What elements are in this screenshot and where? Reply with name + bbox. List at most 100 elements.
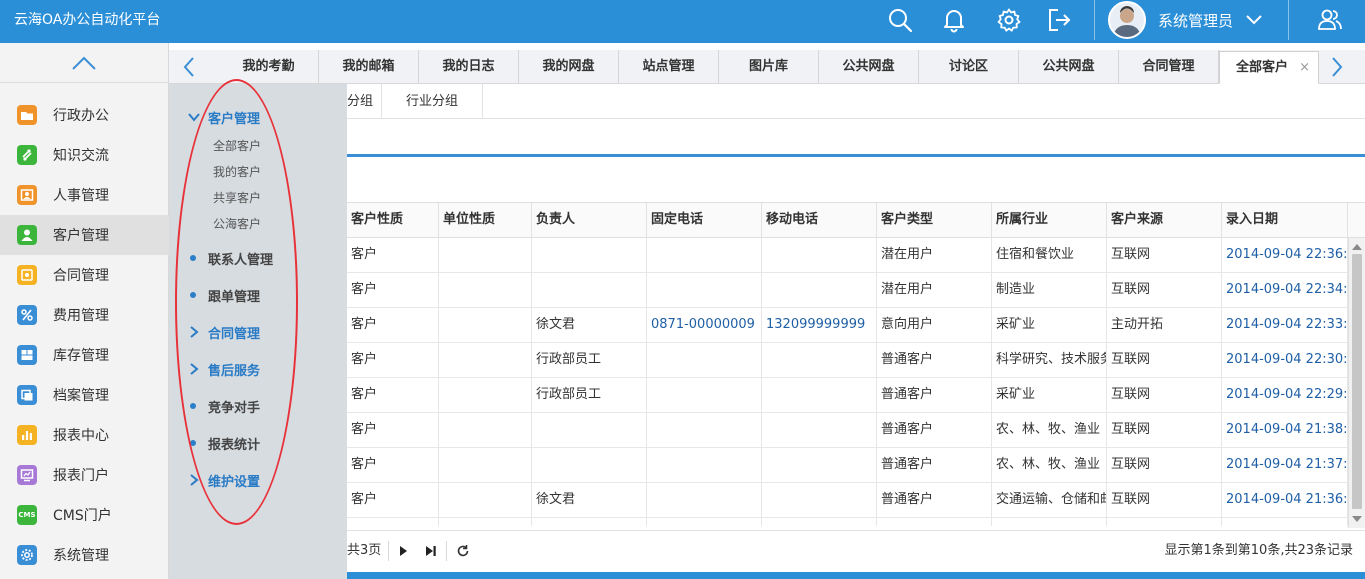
- bullet-icon: [190, 292, 196, 298]
- submenu-group[interactable]: 售后服务: [169, 358, 347, 380]
- tab[interactable]: 站点管理: [619, 50, 719, 84]
- sidebar-item-label: 报表中心: [53, 428, 109, 444]
- submenu-group-label: 跟单管理: [208, 290, 261, 305]
- tab[interactable]: 我的考勤: [219, 50, 319, 84]
- tab-next-button[interactable]: [1319, 50, 1355, 84]
- refresh-button[interactable]: [455, 543, 471, 559]
- sidebar-item[interactable]: 客户管理: [0, 215, 169, 255]
- last-page-button[interactable]: [423, 543, 439, 559]
- submenu-group[interactable]: 报表统计: [169, 432, 347, 454]
- sidebar-item-label: CMS门户: [53, 508, 112, 524]
- table-row[interactable]: 客户 潜在用户住宿和餐饮业互联网2014-09-04 22:36:09: [347, 238, 1348, 273]
- table-row[interactable]: 客户 普通客户农、林、牧、渔业互联网2014-09-04 21:38:17: [347, 413, 1348, 448]
- scroll-thumb[interactable]: [1352, 254, 1362, 509]
- table-row[interactable]: 客户 行政部员工 普通客户采矿业互联网2014-09-04 22:29:07: [347, 378, 1348, 413]
- main-content: 分组 行业分组 客户性质 单位性质 负责人 固定电话 移动电话 客户类型 所属行业 客户来源录…: [347, 84, 1365, 579]
- table-cell: 客户: [347, 238, 439, 273]
- submenu-group[interactable]: 客户管理: [169, 106, 347, 128]
- submenu-item[interactable]: 公海客户: [213, 215, 261, 232]
- search-icon[interactable]: [878, 0, 922, 40]
- sidebar-item[interactable]: 报表门户: [0, 455, 169, 495]
- tab-list: 我的考勤 我的邮箱 我的日志 我的网盘 站点管理 图片库 公共网盘 讨论区 公共网盘 合同管理 全部…: [219, 50, 1319, 84]
- table-cell: [647, 518, 762, 526]
- users-icon[interactable]: [1308, 0, 1352, 40]
- table-cell: 客户: [347, 343, 439, 378]
- table-row[interactable]: 客户 行政部员工 普通客户科学研究、技术服务和地质勘查业互联网2014-09-04 …: [347, 343, 1348, 378]
- scroll-up-icon[interactable]: [1352, 244, 1362, 250]
- column-header[interactable]: 单位性质: [439, 203, 532, 239]
- chevron-down-icon[interactable]: [1245, 11, 1263, 29]
- column-header[interactable]: 录入日期: [1222, 203, 1348, 239]
- chevron-right-icon: [190, 326, 199, 338]
- table-cell: 2014-09-04 22:36:09: [1222, 238, 1348, 273]
- table-cell: 客户: [347, 273, 439, 308]
- column-header[interactable]: 负责人: [532, 203, 647, 239]
- table-cell: 客户: [347, 413, 439, 448]
- tab-prev-button[interactable]: [171, 50, 207, 84]
- settings-icon: [17, 545, 37, 565]
- table-cell: [647, 448, 762, 483]
- submenu-item[interactable]: 我的客户: [213, 163, 261, 180]
- table-cell: 行政部员工: [532, 378, 647, 413]
- bar-chart-icon: [17, 425, 37, 445]
- sidebar-item[interactable]: 库存管理: [0, 335, 169, 375]
- table-cell: [647, 273, 762, 308]
- table-row[interactable]: 客户 普通客户农、林、牧、渔业互联网2014-09-04 21:37:44: [347, 448, 1348, 483]
- next-page-button[interactable]: [395, 543, 411, 559]
- sidebar-item[interactable]: 费用管理: [0, 295, 169, 335]
- sidebar-item[interactable]: 系统管理: [0, 535, 169, 575]
- grid-scrollbar[interactable]: [1348, 238, 1365, 528]
- column-header[interactable]: 移动电话: [762, 203, 877, 239]
- sidebar-item[interactable]: 报表中心: [0, 415, 169, 455]
- sidebar-item[interactable]: 档案管理: [0, 375, 169, 415]
- column-header[interactable]: 固定电话: [647, 203, 762, 239]
- sidebar-collapse-button[interactable]: [0, 43, 168, 83]
- column-header[interactable]: 客户来源: [1107, 203, 1222, 239]
- tab[interactable]: 讨论区: [919, 50, 1019, 84]
- submenu-group[interactable]: 跟单管理: [169, 284, 347, 306]
- column-header[interactable]: 客户类型: [877, 203, 992, 239]
- tab[interactable]: 全部客户 ×: [1219, 51, 1319, 84]
- submenu-item[interactable]: 共享客户: [213, 189, 261, 206]
- submenu-group-label: 联系人管理: [208, 253, 274, 268]
- table-row[interactable]: 客户 徐文君 普通客户交通运输、仓储和邮政业互联网2014-09-04 21:36:…: [347, 483, 1348, 518]
- tab[interactable]: 图片库: [719, 50, 819, 84]
- tab[interactable]: 合同管理: [1119, 50, 1219, 84]
- tab[interactable]: 我的邮箱: [319, 50, 419, 84]
- tab[interactable]: 我的日志: [419, 50, 519, 84]
- logout-icon[interactable]: [1037, 0, 1081, 40]
- submenu-group[interactable]: 联系人管理: [169, 247, 347, 269]
- table-row[interactable]: 客户 潜在用户制造业互联网2014-09-04 22:34:41: [347, 273, 1348, 308]
- table-cell: [439, 308, 532, 343]
- submenu-item[interactable]: 全部客户: [213, 137, 261, 154]
- sidebar-item-label: 档案管理: [53, 388, 109, 404]
- table-cell: [532, 518, 647, 526]
- table-cell: 2014-09-04 22:34:41: [1222, 273, 1348, 308]
- sidebar-item[interactable]: 知识交流: [0, 135, 169, 175]
- close-icon[interactable]: ×: [1299, 52, 1310, 84]
- submenu-group[interactable]: 合同管理: [169, 321, 347, 343]
- bullet-icon: [190, 255, 196, 261]
- table-row[interactable]: 客户 徐文君 0871-00000009 132099999999 意向用户 采矿业 主动开…: [347, 308, 1348, 343]
- table-cell: [647, 238, 762, 273]
- gear-icon[interactable]: [987, 0, 1031, 40]
- column-header[interactable]: 所属行业: [992, 203, 1107, 239]
- user-menu[interactable]: 系统管理员: [1108, 0, 1288, 40]
- submenu-group[interactable]: 竞争对手: [169, 395, 347, 417]
- submenu-group[interactable]: 维护设置: [169, 469, 347, 491]
- column-header[interactable]: 客户性质: [347, 203, 439, 239]
- sidebar-item[interactable]: CMS CMS门户: [0, 495, 169, 535]
- sidebar-item[interactable]: 合同管理: [0, 255, 169, 295]
- sidebar-item[interactable]: 行政办公: [0, 95, 169, 135]
- table-cell: [439, 378, 532, 413]
- subtab-group[interactable]: 分组: [347, 84, 382, 119]
- bell-icon[interactable]: [932, 0, 976, 40]
- table-row[interactable]: [347, 518, 1348, 526]
- tab[interactable]: 公共网盘: [1019, 50, 1119, 84]
- sidebar-item[interactable]: 人事管理: [0, 175, 169, 215]
- tab[interactable]: 公共网盘: [819, 50, 919, 84]
- tab-label: 我的邮箱: [342, 59, 395, 74]
- scroll-down-icon[interactable]: [1352, 516, 1362, 522]
- tab[interactable]: 我的网盘: [519, 50, 619, 84]
- subtab-industry-group[interactable]: 行业分组: [382, 84, 484, 119]
